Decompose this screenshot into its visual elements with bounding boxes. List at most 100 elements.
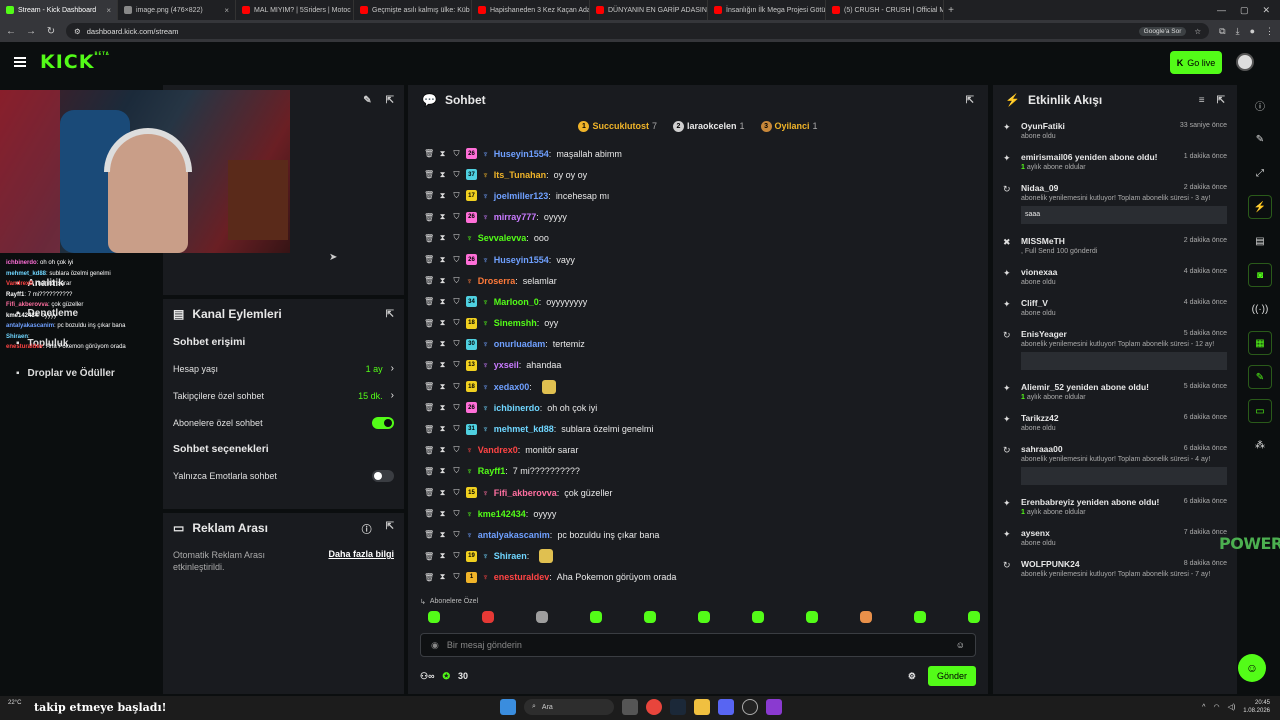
timeout-icon[interactable]: ⧗: [438, 212, 447, 222]
timeout-icon[interactable]: ⧗: [438, 339, 447, 349]
popout-icon[interactable]: ⇱: [1217, 95, 1225, 106]
emote-button[interactable]: [914, 611, 926, 623]
emote-button[interactable]: [806, 611, 818, 623]
emote-button[interactable]: [482, 611, 494, 623]
chat-username[interactable]: joelmiller123: [494, 191, 549, 201]
delete-message-icon[interactable]: 🗑: [424, 234, 434, 243]
chat-username[interactable]: Huseyin1554: [494, 255, 549, 265]
profile-icon[interactable]: ●: [1250, 26, 1255, 37]
browser-tab[interactable]: Stream - Kick Dashboard ×: [0, 0, 118, 20]
emote-only-toggle[interactable]: [372, 469, 394, 482]
delete-message-icon[interactable]: 🗑: [424, 573, 434, 582]
timeout-icon[interactable]: ⧗: [438, 424, 447, 434]
timeout-icon[interactable]: ⧗: [438, 276, 447, 286]
edit-icon[interactable]: ✎: [1248, 127, 1272, 151]
kick-logo[interactable]: KICKBETA: [40, 51, 110, 73]
delete-message-icon[interactable]: 🗑: [424, 213, 434, 222]
tab-close-icon[interactable]: ×: [224, 6, 229, 15]
learn-more-link[interactable]: Daha fazla bilgi: [328, 549, 394, 559]
delete-message-icon[interactable]: 🗑: [424, 467, 434, 476]
chat-username[interactable]: mirray777: [494, 212, 537, 222]
activity-event[interactable]: ✦ aysenx 7 dakika önce abone oldu: [993, 522, 1237, 553]
chat-username[interactable]: kme142434: [478, 509, 526, 519]
go-live-button[interactable]: K Go live: [1170, 51, 1222, 74]
apps-icon[interactable]: ⁂: [1248, 433, 1272, 457]
maximize-icon[interactable]: ▢: [1240, 5, 1249, 16]
document-icon[interactable]: ▤: [1248, 229, 1272, 253]
tab-close-icon[interactable]: ×: [106, 6, 111, 15]
chat-message[interactable]: 🗑 ⧗ ⛉ 30 ♆ onurluadam: tertemiz: [408, 334, 988, 355]
emote-button[interactable]: [968, 611, 980, 623]
emote-button[interactable]: [428, 611, 440, 623]
followers-only-row[interactable]: Takipçilere özel sohbet 15 dk. ›: [163, 382, 404, 409]
reload-icon[interactable]: ↻: [46, 26, 56, 37]
delete-message-icon[interactable]: 🗑: [424, 382, 434, 391]
ban-icon[interactable]: ⛉: [452, 466, 461, 476]
timeout-icon[interactable]: ⧗: [438, 360, 447, 370]
top-gifter[interactable]: 1 Succuklutost 7: [578, 120, 657, 132]
chat-username[interactable]: Sevvalevva: [478, 233, 527, 243]
filter-icon[interactable]: ≡: [1199, 95, 1205, 106]
clock[interactable]: 20:45 1.08.2026: [1243, 699, 1270, 715]
emote-button[interactable]: [698, 611, 710, 623]
chat-message[interactable]: 🗑 ⧗ ⛉ 19 ♆ Shiraen:: [408, 546, 988, 567]
hamburger-menu-icon[interactable]: [14, 57, 26, 67]
popout-icon[interactable]: ⇱: [386, 309, 394, 320]
chat-message[interactable]: 🗑 ⧗ ⛉ 17 ♆ joelmiller123: incehesap mı: [408, 185, 988, 206]
chat-message[interactable]: 🗑 ⧗ ⛉ 26 ♆ ichbinerdo: oh oh çok iyi: [408, 397, 988, 418]
ban-icon[interactable]: ⛉: [452, 233, 461, 243]
timeout-icon[interactable]: ⧗: [438, 382, 447, 392]
timeout-icon[interactable]: ⧗: [438, 572, 447, 582]
delete-message-icon[interactable]: 🗑: [424, 255, 434, 264]
browser-tab[interactable]: image.png (476×822) ×: [118, 0, 236, 20]
ban-icon[interactable]: ⛉: [452, 551, 461, 561]
help-fab[interactable]: ☺: [1238, 654, 1266, 682]
browser-tab[interactable]: Hapishaneden 3 Kez Kaçan Ada×: [472, 0, 590, 20]
ban-icon[interactable]: ⛉: [452, 572, 461, 582]
ban-icon[interactable]: ⛉: [452, 424, 461, 434]
timeout-icon[interactable]: ⧗: [438, 530, 447, 540]
ban-icon[interactable]: ⛉: [452, 212, 461, 222]
back-icon[interactable]: ←: [6, 26, 16, 37]
timeout-icon[interactable]: ⧗: [438, 297, 447, 307]
activity-event[interactable]: ↻ EnisYeager 5 dakika önce abonelik yenilem…: [993, 323, 1237, 376]
chat-tools-icon[interactable]: ⚇∞: [420, 671, 434, 682]
close-window-icon[interactable]: ✕: [1262, 5, 1270, 16]
chat-username[interactable]: xedax00: [494, 382, 530, 392]
bookmark-star-icon[interactable]: ☆: [1194, 27, 1201, 36]
volume-icon[interactable]: ◁): [1228, 703, 1236, 711]
delete-message-icon[interactable]: 🗑: [424, 425, 434, 434]
tray-chevron-icon[interactable]: ^: [1202, 704, 1205, 711]
chat-message[interactable]: 🗑 ⧗ ⛉ 18 ♆ xedax00:: [408, 376, 988, 397]
emote-button[interactable]: [644, 611, 656, 623]
weather-widget[interactable]: 22°C: [8, 699, 21, 707]
delete-message-icon[interactable]: 🗑: [424, 340, 434, 349]
browser-tab[interactable]: MAL MIYIM? | 5Sriders | Motoc×: [236, 0, 354, 20]
chat-message[interactable]: 🗑 ⧗ ⛉ 26 ♆ Huseyin1554: maşallah abimm: [408, 143, 988, 164]
emote-button[interactable]: [536, 611, 548, 623]
timeout-icon[interactable]: ⧗: [438, 551, 447, 561]
minimize-icon[interactable]: —: [1217, 5, 1226, 16]
steam-icon[interactable]: [670, 699, 686, 715]
download-icon[interactable]: ⤓: [1236, 26, 1240, 37]
timeout-icon[interactable]: ⧗: [438, 445, 447, 455]
activity-event[interactable]: ✦ vionexaa 4 dakika önce abone oldu: [993, 261, 1237, 292]
chat-message[interactable]: 🗑 ⧗ ⛉ 13 ♆ yxseil: ahandaa: [408, 355, 988, 376]
delete-message-icon[interactable]: 🗑: [424, 191, 434, 200]
new-tab-button[interactable]: +: [944, 5, 958, 16]
chat-message[interactable]: 🗑 ⧗ ⛉ ♆ Rayff1:7 mi??????????: [408, 461, 988, 482]
chat-username[interactable]: antalyakascanim: [478, 530, 550, 540]
lightning-icon[interactable]: ⚡: [1248, 195, 1272, 219]
delete-message-icon[interactable]: 🗑: [424, 297, 434, 306]
ban-icon[interactable]: ⛉: [452, 382, 461, 392]
chat-username[interactable]: yxseil: [494, 360, 519, 370]
timeout-icon[interactable]: ⧗: [438, 191, 447, 201]
emote-button[interactable]: [860, 611, 872, 623]
browser-tab[interactable]: İnsanlığın İlk Mega Projesi Götü×: [708, 0, 826, 20]
chat-username[interactable]: Its_Tunahan: [494, 170, 546, 180]
chat-username[interactable]: Huseyin1554: [494, 149, 549, 159]
ban-icon[interactable]: ⛉: [452, 445, 461, 455]
extensions-icon[interactable]: ⧉: [1219, 26, 1225, 37]
ban-icon[interactable]: ⛉: [452, 530, 461, 540]
delete-message-icon[interactable]: 🗑: [424, 403, 434, 412]
